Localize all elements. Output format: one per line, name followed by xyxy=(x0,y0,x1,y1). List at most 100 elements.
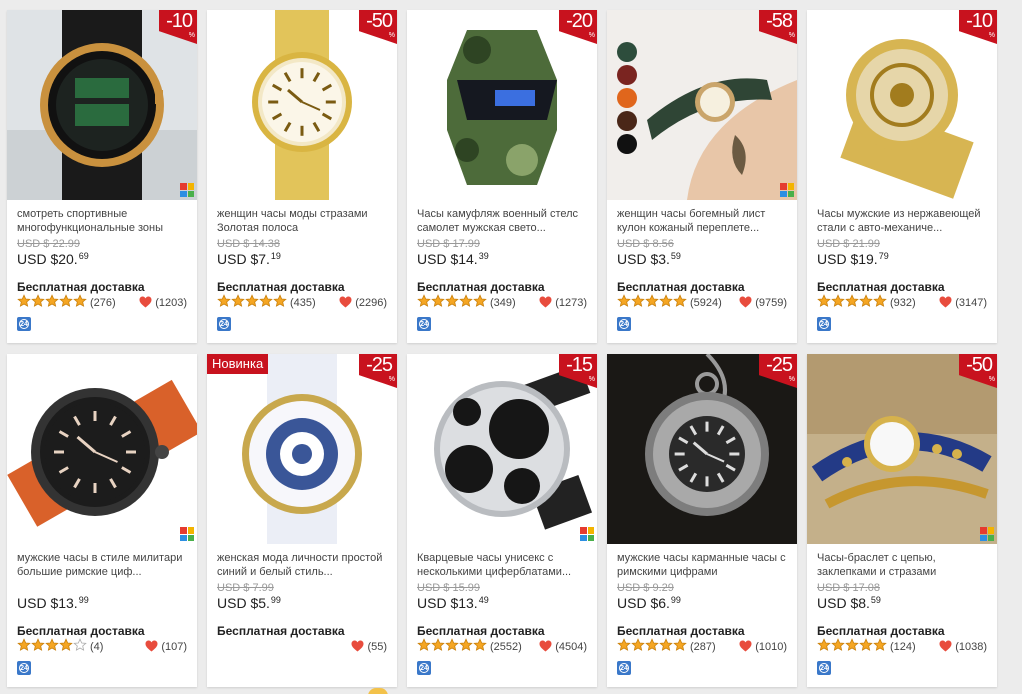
free-shipping-label: Бесплатная доставка xyxy=(217,280,345,294)
review-count[interactable]: (124) xyxy=(890,641,916,653)
product-title-link[interactable]: женщин часы богемный лист кулон кожаный … xyxy=(617,207,789,235)
product-card[interactable]: -15% Кварцевые часы унисекс с несколькими… xyxy=(407,354,597,687)
watch-image[interactable] xyxy=(207,10,397,200)
product-image[interactable]: -20% xyxy=(407,10,597,200)
heart-icon[interactable] xyxy=(539,640,555,655)
price-cents: 19 xyxy=(270,251,281,261)
watch-image[interactable] xyxy=(407,354,597,544)
product-title-link[interactable]: мужские часы карманные часы с римскими ц… xyxy=(617,551,789,579)
product-image[interactable]: -10% xyxy=(807,10,997,200)
star-icon xyxy=(831,637,845,657)
rating-stars[interactable]: (4) xyxy=(17,637,103,657)
product-image[interactable]: -50% xyxy=(807,354,997,544)
product-title-link[interactable]: Часы камуфляж военный стелс самолет мужс… xyxy=(417,207,589,235)
24h-delivery-icon: 24 xyxy=(617,661,631,675)
favorite-button[interactable]: (2296) xyxy=(339,296,387,310)
product-image[interactable]: -15% xyxy=(407,354,597,544)
rating-stars[interactable]: (276) xyxy=(17,293,116,313)
star-icon xyxy=(31,293,45,313)
product-card[interactable]: -58% женщин часы богемный лист кулон кожа… xyxy=(607,10,797,343)
rating-stars[interactable]: (435) xyxy=(217,293,316,310)
review-count[interactable]: (932) xyxy=(890,297,916,309)
favorite-button[interactable]: (1038) xyxy=(939,640,987,654)
product-card[interactable]: -25% мужские часы карманные часы с римски… xyxy=(607,354,797,687)
heart-icon[interactable] xyxy=(739,640,755,655)
rating-stars[interactable]: (124) xyxy=(817,637,916,657)
color-swatches xyxy=(617,42,637,154)
old-price: USD $ 21.99 xyxy=(817,238,880,250)
watch-image[interactable] xyxy=(807,354,997,544)
rating-stars[interactable]: (2552) xyxy=(417,637,522,657)
product-card[interactable]: -10% Часы мужские из нержавеющей стали с … xyxy=(807,10,997,343)
product-card[interactable]: мужские часы в стиле милитари большие ри… xyxy=(7,354,197,687)
rating-stars[interactable]: (287) xyxy=(617,637,716,654)
color-swatch[interactable] xyxy=(617,88,637,108)
product-title-link[interactable]: Часы мужские из нержавеющей стали с авто… xyxy=(817,207,989,235)
heart-icon[interactable] xyxy=(139,296,155,311)
heart-icon[interactable] xyxy=(739,296,755,311)
star-icon xyxy=(417,637,431,657)
review-count[interactable]: (2552) xyxy=(490,641,522,653)
watch-image[interactable] xyxy=(607,354,797,544)
review-count[interactable]: (435) xyxy=(290,297,316,309)
product-card[interactable]: -50% женщин часы моды стразами Золотая по… xyxy=(207,10,397,343)
star-icon xyxy=(817,293,831,313)
product-card[interactable]: -25% Новинка женская мода личности простой… xyxy=(207,354,397,687)
color-swatch[interactable] xyxy=(617,65,637,85)
favorite-button[interactable]: (55) xyxy=(351,640,387,654)
heart-icon[interactable] xyxy=(145,640,161,655)
product-title-link[interactable]: женщин часы моды стразами Золотая полоса xyxy=(217,207,389,235)
product-image[interactable]: -58% xyxy=(607,10,797,200)
heart-icon[interactable] xyxy=(939,296,955,311)
favorite-button[interactable]: (3147) xyxy=(939,296,987,310)
rating-stars[interactable]: (5924) xyxy=(617,293,722,313)
review-count[interactable]: (287) xyxy=(690,641,716,653)
favorite-button[interactable]: (107) xyxy=(145,640,187,654)
favorite-button[interactable]: (4504) xyxy=(539,640,587,654)
star-icon xyxy=(59,637,73,657)
review-count[interactable]: (5924) xyxy=(690,297,722,309)
review-count[interactable]: (4) xyxy=(90,641,103,653)
heart-icon[interactable] xyxy=(339,296,355,311)
product-image[interactable]: -10% xyxy=(7,10,197,200)
product-title-link[interactable]: мужские часы в стиле милитари большие ри… xyxy=(17,551,189,579)
price-main: USD $14. xyxy=(417,251,478,267)
favorites-count: (2296) xyxy=(355,297,387,309)
heart-icon[interactable] xyxy=(939,640,955,655)
product-image[interactable]: -25% Новинка xyxy=(207,354,397,544)
review-count[interactable]: (276) xyxy=(90,297,116,309)
star-icon xyxy=(17,637,31,657)
heart-icon[interactable] xyxy=(539,296,555,311)
watch-image[interactable] xyxy=(407,10,597,200)
watch-image[interactable] xyxy=(807,10,997,200)
favorite-button[interactable]: (1273) xyxy=(539,296,587,310)
product-card[interactable]: -10% смотреть спортивные многофункциональ… xyxy=(7,10,197,343)
star-icon xyxy=(831,293,845,313)
product-row: -10% смотреть спортивные многофункциональ… xyxy=(7,10,1017,343)
product-title-link[interactable]: женская мода личности простой синий и бе… xyxy=(217,551,389,579)
product-card[interactable]: -20% Часы камуфляж военный стелс самолет … xyxy=(407,10,597,343)
heart-icon[interactable] xyxy=(351,640,367,655)
product-image[interactable]: -50% xyxy=(207,10,397,200)
favorite-button[interactable]: (1203) xyxy=(139,296,187,310)
product-card[interactable]: -50% Часы-браслет с цепью, заклепками и с… xyxy=(807,354,997,687)
product-image[interactable]: -25% xyxy=(607,354,797,544)
rating-stars[interactable]: (932) xyxy=(817,293,916,313)
review-count[interactable]: (349) xyxy=(490,297,516,309)
star-icon xyxy=(645,293,659,313)
product-title-link[interactable]: смотреть спортивные многофункциональные … xyxy=(17,207,189,235)
favorite-button[interactable]: (1010) xyxy=(739,640,787,654)
watch-image[interactable] xyxy=(7,10,197,200)
product-title-link[interactable]: Часы-браслет с цепью, заклепками и страз… xyxy=(817,551,989,579)
product-image[interactable] xyxy=(7,354,197,544)
color-swatch[interactable] xyxy=(617,134,637,154)
watch-image[interactable] xyxy=(207,354,397,544)
product-title-link[interactable]: Кварцевые часы унисекс с несколькими циф… xyxy=(417,551,589,579)
favorite-button[interactable]: (9759) xyxy=(739,296,787,310)
rating-stars[interactable]: (349) xyxy=(417,293,516,310)
color-swatch[interactable] xyxy=(617,111,637,131)
favorites-count: (1010) xyxy=(755,641,787,653)
watch-image[interactable] xyxy=(7,354,197,544)
star-icon xyxy=(473,637,487,657)
color-swatch[interactable] xyxy=(617,42,637,62)
